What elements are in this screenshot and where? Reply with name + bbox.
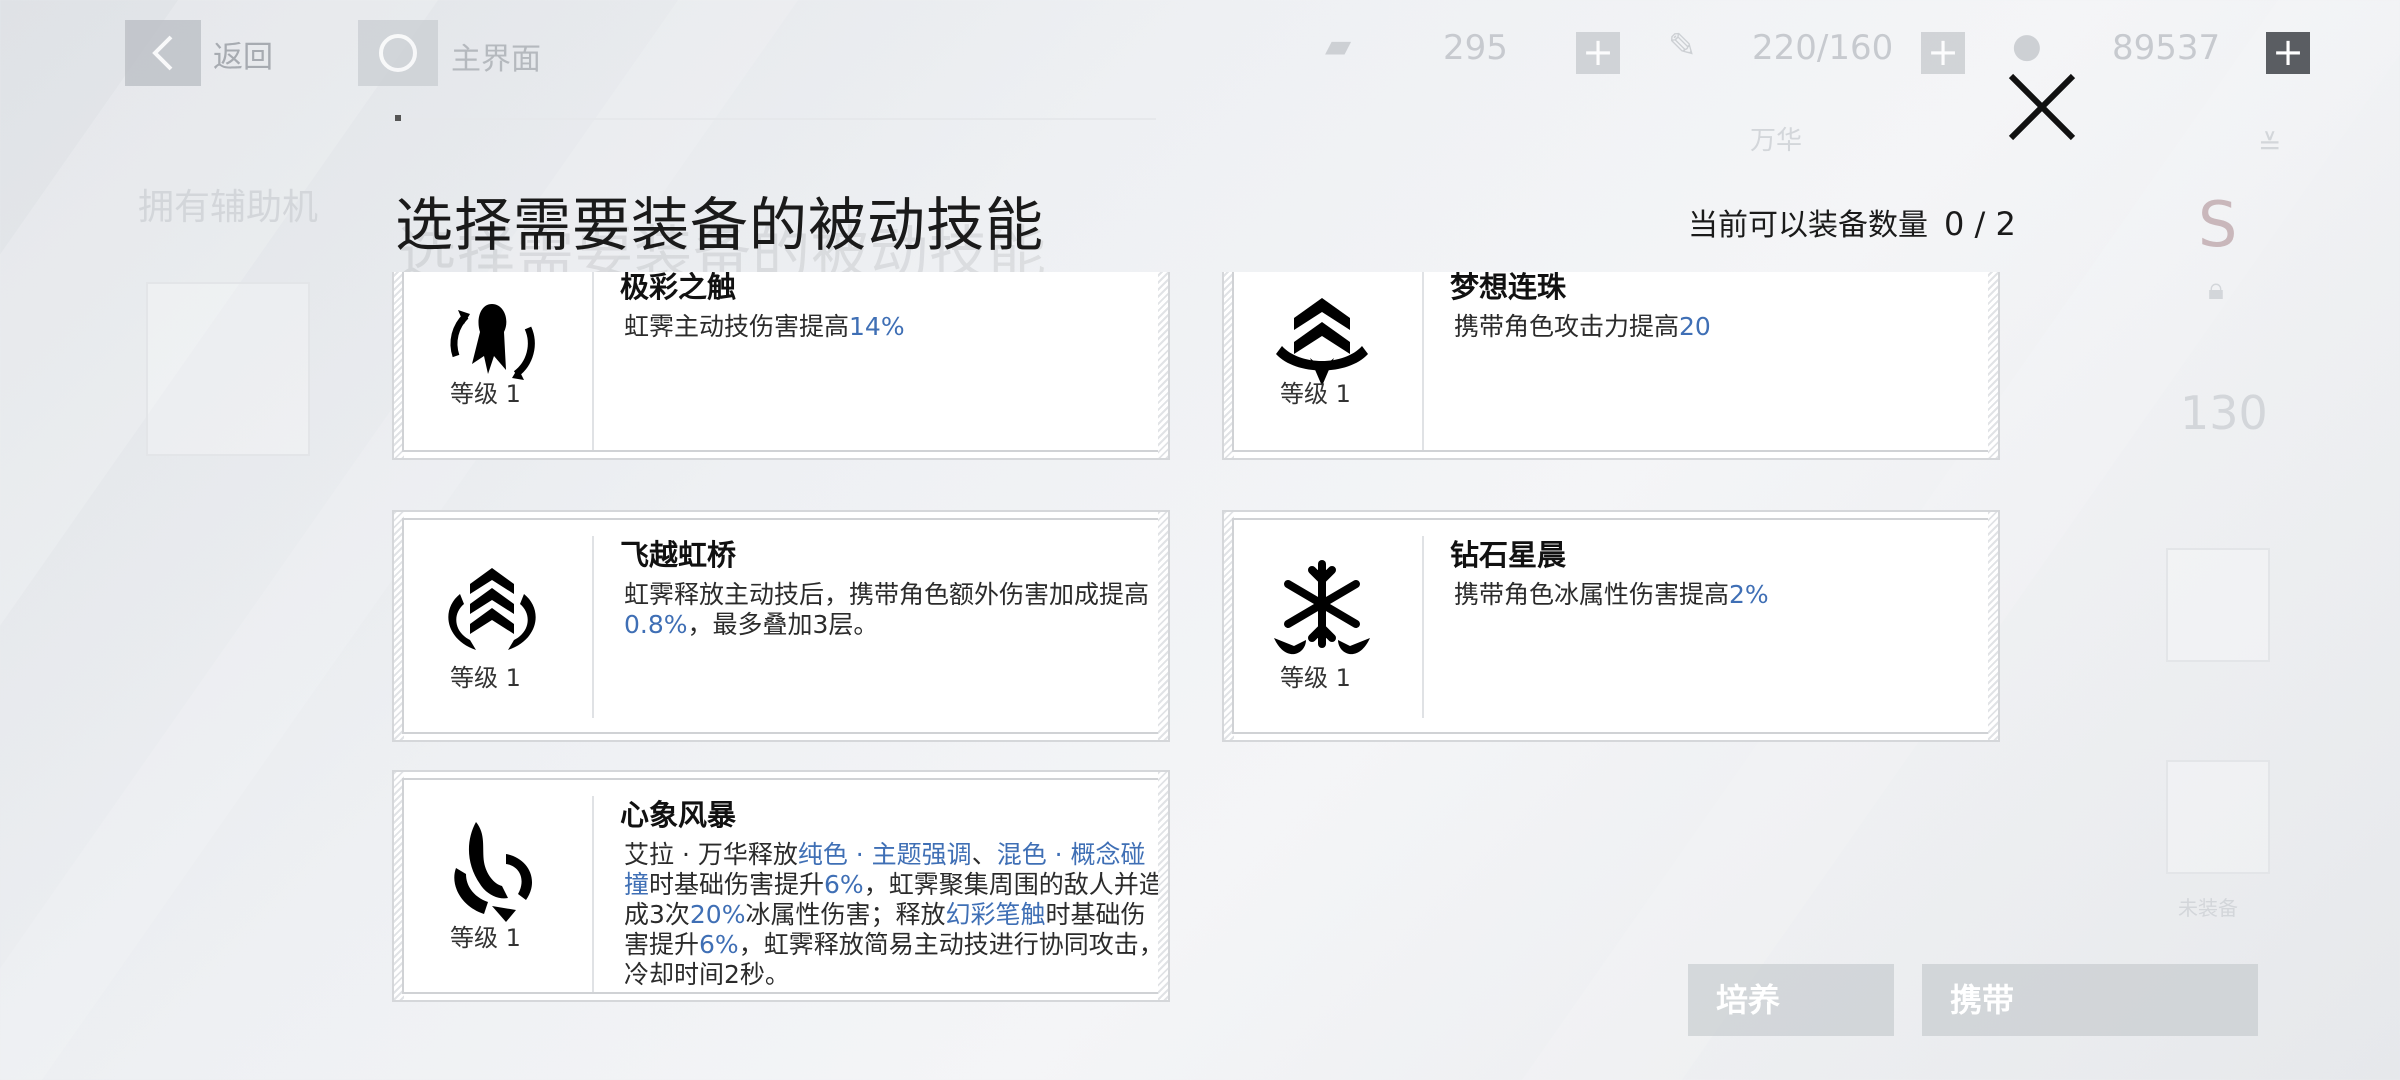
desc-text: 艾拉 · 万华释放	[624, 840, 798, 869]
highlight-text: 14%	[849, 312, 905, 341]
skill-level: 等级 1	[450, 380, 521, 408]
skill-list[interactable]: 等级 1 极彩之触 虹霁主动技伤害提高14% 等级 1 梦想连珠 携带角色攻击力…	[392, 272, 2012, 1022]
highlight-text: 6%	[824, 870, 864, 899]
card-divider	[592, 272, 594, 450]
rank-chevrons-icon	[448, 568, 536, 650]
snowflake-icon	[1274, 560, 1370, 655]
card-divider	[592, 536, 594, 718]
skill-card[interactable]: 等级 1 极彩之触 虹霁主动技伤害提高14%	[392, 272, 1170, 460]
equip-count-value: 0 / 2	[1944, 205, 2016, 243]
highlight-text: 6%	[699, 930, 739, 959]
desc-text: 携带角色攻击力提高	[1454, 312, 1680, 341]
skill-desc: 虹霁释放主动技后，携带角色额外伤害加成提高0.8%，最多叠加3层。	[624, 580, 1164, 640]
skill-card[interactable]: 等级 1 梦想连珠 携带角色攻击力提高20	[1222, 272, 2000, 460]
modal-title: 选择需要装备的被动技能	[395, 191, 1045, 259]
skill-desc: 艾拉 · 万华释放纯色 · 主题强调、混色 · 概念碰撞时基础伤害提升6%，虹霁…	[624, 840, 1164, 990]
skill-desc: 携带角色冰属性伤害提高2%	[1454, 580, 1994, 610]
desc-text: 虹霁释放主动技后，携带角色额外伤害加成提高	[624, 580, 1150, 609]
title-dot	[395, 115, 401, 121]
skill-desc: 虹霁主动技伤害提高14%	[624, 312, 1164, 342]
highlight-text: 纯色 · 主题强调	[797, 840, 972, 869]
skill-level: 等级 1	[1280, 664, 1351, 692]
skill-level: 等级 1	[1280, 380, 1351, 408]
highlight-text: 0.8%	[624, 610, 688, 639]
highlight-text: 20	[1679, 312, 1711, 341]
desc-text: 冰属性伤害；释放	[745, 900, 946, 929]
skill-name: 钻石星晨	[1450, 538, 1567, 572]
skill-name: 梦想连珠	[1450, 272, 1567, 304]
desc-text: 时基础伤害提升	[649, 870, 825, 899]
orca-splash-icon	[454, 822, 533, 922]
passive-skill-modal: 选择需要装备的被动技能 选择需要装备的被动技能 当前可以装备数量 0 / 2 等级…	[0, 0, 2400, 1080]
desc-text: ，最多叠加3层。	[687, 610, 879, 639]
close-icon[interactable]	[2005, 70, 2079, 144]
skill-card[interactable]: 等级 1 心象风暴 艾拉 · 万华释放纯色 · 主题强调、混色 · 概念碰撞时基…	[392, 770, 1170, 1002]
desc-text: 虹霁主动技伤害提高	[624, 312, 850, 341]
card-divider	[592, 796, 594, 992]
highlight-text: 2%	[1729, 580, 1769, 609]
desc-text: 携带角色冰属性伤害提高	[1454, 580, 1730, 609]
card-divider	[1422, 272, 1424, 450]
highlight-text: 20%	[689, 900, 746, 929]
title-rule	[396, 118, 1156, 120]
skill-desc: 携带角色攻击力提高20	[1454, 312, 1994, 342]
skill-name: 飞越虹桥	[620, 538, 737, 572]
highlight-text: 幻彩笔触	[945, 900, 1046, 929]
desc-text: 、	[971, 840, 997, 869]
skill-name: 心象风暴	[620, 798, 737, 832]
card-divider	[1422, 536, 1424, 718]
equip-count: 当前可以装备数量 0 / 2	[1688, 200, 2016, 244]
skill-card[interactable]: 等级 1 飞越虹桥 虹霁释放主动技后，携带角色额外伤害加成提高0.8%，最多叠加…	[392, 510, 1170, 742]
skill-level: 等级 1	[450, 924, 521, 952]
skill-name: 极彩之触	[620, 272, 737, 304]
equip-count-label: 当前可以装备数量	[1688, 208, 1928, 243]
skill-level: 等级 1	[450, 664, 521, 692]
skill-card[interactable]: 等级 1 钻石星晨 携带角色冰属性伤害提高2%	[1222, 510, 2000, 742]
